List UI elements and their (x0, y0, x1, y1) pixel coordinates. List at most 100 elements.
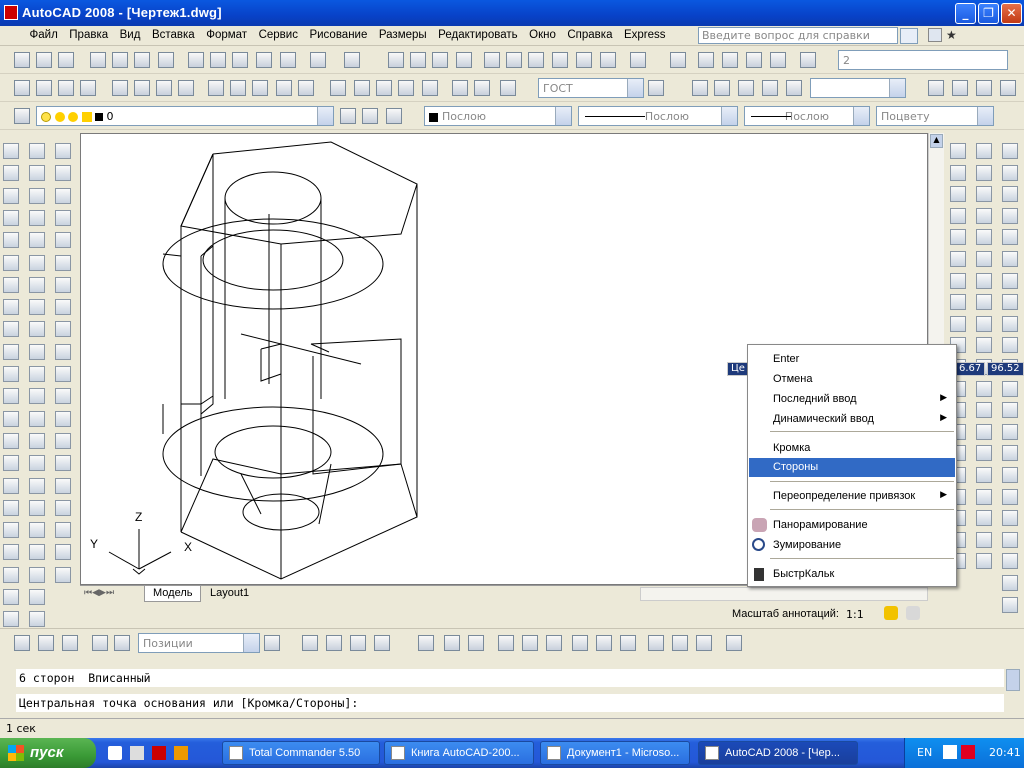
tool-palettes-icon[interactable] (528, 52, 544, 68)
text-find-icon[interactable] (1000, 80, 1016, 96)
modify-tool-icon[interactable] (29, 432, 45, 449)
modeling-tool-icon[interactable] (1002, 251, 1018, 267)
draw-tool-icon[interactable] (55, 254, 71, 271)
modify-left-tool-icon[interactable] (3, 299, 19, 316)
quicklaunch-app-icon[interactable] (152, 746, 166, 760)
print-icon[interactable] (90, 52, 106, 68)
start-button[interactable]: пуск (0, 738, 96, 768)
copy-icon[interactable] (210, 52, 226, 68)
command-prompt[interactable]: Центральная точка основания или [Кромка/… (16, 694, 1004, 712)
solid-edit-tool-icon[interactable] (976, 207, 992, 224)
menu-dimension[interactable]: Размеры (375, 26, 431, 44)
modify-tool-icon[interactable] (29, 299, 45, 316)
solid-edit-tool-icon[interactable] (976, 164, 992, 181)
quicklaunch-doc-icon[interactable] (130, 746, 144, 760)
taskbar-autocad[interactable]: AutoCAD 2008 - [Чер... (698, 741, 858, 765)
antivirus-icon[interactable] (943, 745, 957, 759)
arc-length-icon[interactable] (58, 80, 74, 96)
modify-left-tool-icon[interactable] (3, 143, 19, 159)
modeling-tool-icon[interactable] (1002, 488, 1018, 505)
layer-previous-icon[interactable] (362, 108, 378, 124)
taskbar-word-book[interactable]: Книга AutoCAD-200... (384, 741, 534, 765)
modeling-tool-icon[interactable] (1002, 510, 1018, 527)
text-edit-icon[interactable] (976, 80, 992, 96)
modify-tool-icon[interactable] (29, 187, 45, 204)
viewport-combo[interactable]: 2 (838, 50, 1008, 70)
modify-tool-icon[interactable] (29, 589, 45, 605)
realistic-icon[interactable] (762, 80, 778, 96)
draw-tool-icon[interactable] (55, 321, 71, 338)
new-icon[interactable] (14, 52, 30, 68)
solid-edit-tool-icon[interactable] (976, 294, 992, 311)
menu-item-enter[interactable]: Enter (749, 350, 955, 369)
chevron-down-icon[interactable] (555, 107, 571, 125)
baseline-icon[interactable] (230, 80, 246, 96)
draw-tool-icon[interactable] (55, 410, 71, 427)
modify-left-tool-icon[interactable] (3, 343, 19, 360)
menu-help[interactable]: Справка (563, 26, 616, 44)
chevron-down-icon[interactable] (317, 107, 333, 125)
workspace-icon[interactable] (670, 52, 686, 68)
lock-icon[interactable] (81, 112, 92, 122)
zoom-window-icon[interactable] (432, 52, 448, 68)
solid-edit-tool-icon[interactable] (976, 380, 992, 397)
modify-left-tool-icon[interactable] (3, 566, 19, 583)
solids-tool-icon[interactable] (950, 315, 966, 332)
ucs-y-icon[interactable] (672, 635, 688, 651)
draw-tool-icon[interactable] (55, 276, 71, 293)
menu-tools[interactable]: Сервис (255, 26, 302, 44)
language-indicator[interactable]: EN (917, 746, 932, 759)
kaspersky-icon[interactable] (961, 745, 975, 759)
solids-tool-icon[interactable] (950, 186, 966, 203)
solids-tool-icon[interactable] (950, 164, 966, 181)
ucs-3point-icon[interactable] (620, 635, 636, 651)
modeling-tool-icon[interactable] (1002, 315, 1018, 332)
menu-item-zoom[interactable]: Зумирование (749, 536, 955, 555)
tab-nav-arrows-icon[interactable]: ⏮◀▶⏭ (84, 588, 140, 600)
solids-tool-icon[interactable] (950, 294, 966, 311)
modify-tool-icon[interactable] (29, 254, 45, 271)
ucs-face-icon[interactable] (498, 635, 514, 651)
solids-tool-icon[interactable] (950, 207, 966, 224)
document-icon[interactable] (0, 26, 22, 44)
solid-edit-tool-icon[interactable] (976, 229, 992, 246)
modeling-tool-icon[interactable] (1002, 143, 1018, 159)
ucs-zaxis-icon[interactable] (596, 635, 612, 651)
position-edit-icon[interactable] (264, 635, 280, 651)
dim-space-icon[interactable] (276, 80, 292, 96)
shade-3d-icon[interactable] (714, 80, 730, 96)
menu-item-cancel[interactable]: Отмена (749, 370, 955, 389)
materials-icon[interactable] (770, 52, 786, 68)
ucs-view-icon[interactable] (546, 635, 562, 651)
modeling-tool-icon[interactable] (1002, 229, 1018, 246)
modeling-tool-icon[interactable] (1002, 402, 1018, 419)
dynamic-input-value-2[interactable]: 96.52 (987, 362, 1024, 376)
modeling-tool-icon[interactable] (1002, 337, 1018, 354)
modify-left-tool-icon[interactable] (3, 388, 19, 405)
dim-style-manager-icon[interactable] (648, 80, 664, 96)
solid-edit-tool-icon[interactable] (976, 488, 992, 505)
taskbar-word-doc[interactable]: Документ1 - Microso... (540, 741, 690, 765)
modeling-tool-icon[interactable] (1002, 423, 1018, 440)
chevron-down-icon[interactable] (627, 79, 643, 97)
menu-item-dynamic-input[interactable]: Динамический ввод ▶ (749, 410, 955, 429)
modify-tool-icon[interactable] (29, 366, 45, 382)
tab-layout1[interactable]: Layout1 (202, 586, 257, 602)
horizontal-scrollbar[interactable] (640, 587, 928, 601)
aligned-dim-icon[interactable] (36, 80, 52, 96)
dim-style-icon[interactable] (500, 80, 516, 96)
3d-dwf-icon[interactable] (158, 52, 174, 68)
draw-tool-icon[interactable] (55, 343, 71, 360)
modify-tool-icon[interactable] (29, 388, 45, 405)
graph-icon[interactable] (92, 635, 108, 651)
draw-tool-icon[interactable] (55, 388, 71, 405)
link-icon[interactable] (114, 635, 130, 651)
draw-tool-icon[interactable] (55, 143, 71, 159)
linear-dim-icon[interactable] (14, 80, 30, 96)
modify-left-tool-icon[interactable] (3, 477, 19, 494)
preview-icon[interactable] (112, 52, 128, 68)
modify-tool-icon[interactable] (29, 321, 45, 338)
command-scrollbar[interactable] (1006, 669, 1020, 691)
modify-tool-icon[interactable] (29, 232, 45, 249)
help-search-input[interactable]: Введите вопрос для справки (698, 27, 898, 44)
